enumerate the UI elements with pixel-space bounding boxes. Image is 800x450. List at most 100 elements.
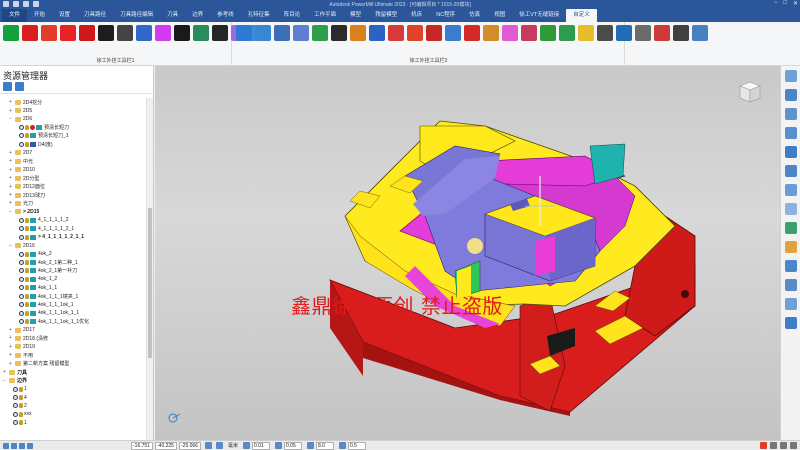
tool-icon-dark[interactable] [212, 25, 228, 41]
tab-stock[interactable]: 阵目论 [277, 9, 308, 22]
visibility-icon[interactable] [19, 319, 24, 325]
wireframe-icon[interactable] [784, 203, 797, 215]
keyboard-icon[interactable] [780, 442, 787, 449]
visibility-icon[interactable] [19, 276, 24, 282]
visibility-icon[interactable] [13, 395, 18, 401]
visibility-icon[interactable] [19, 234, 24, 240]
light-icon[interactable] [25, 251, 29, 257]
tab-toolpath-edit[interactable]: 刀具路径编辑 [113, 9, 160, 22]
tree-item[interactable]: 4ok_1_1_1ok_1_1 [0, 309, 146, 317]
tab-tools[interactable]: 刀具 [160, 9, 185, 22]
tree-item[interactable]: +2D19 [0, 343, 146, 351]
light-icon[interactable] [25, 226, 29, 232]
view-top-icon[interactable] [784, 70, 797, 82]
visibility-icon[interactable] [13, 403, 18, 409]
visibility-icon[interactable] [13, 386, 18, 392]
diameter-input[interactable]: 8.0 [316, 441, 335, 450]
expand-toggle-icon[interactable]: − [8, 209, 13, 215]
ucs-status-icon[interactable] [216, 442, 223, 449]
status-grid-icon[interactable] [3, 442, 9, 449]
tool-icon-edit[interactable] [255, 25, 271, 41]
tool-icon-pencil[interactable] [483, 25, 499, 41]
view-front-icon[interactable] [784, 89, 797, 101]
expand-toggle-icon[interactable]: + [8, 99, 13, 105]
visibility-icon[interactable] [19, 133, 24, 139]
tree-item[interactable]: − 2D6 [0, 115, 146, 123]
expand-toggle-icon[interactable]: + [8, 344, 13, 350]
tool-icon-scissor[interactable] [654, 25, 670, 41]
zoom-icon[interactable] [784, 127, 797, 139]
tree-item[interactable]: 4_1_1_1_1_2 [0, 216, 146, 224]
expand-toggle-icon[interactable]: − [8, 116, 13, 122]
tool-icon-z2[interactable] [41, 25, 57, 41]
tree-item[interactable]: − 边界 [0, 376, 146, 385]
tree-item[interactable]: +2D7 [0, 149, 146, 157]
light-icon[interactable] [25, 141, 29, 147]
light-icon[interactable] [25, 234, 29, 240]
tree-item[interactable]: + 刀具 [0, 368, 146, 376]
light-icon[interactable] [19, 386, 23, 392]
visibility-icon[interactable] [19, 293, 24, 299]
tool-icon-doc[interactable] [274, 25, 290, 41]
workplane-status-icon[interactable] [205, 442, 212, 449]
section-icon[interactable] [784, 260, 797, 272]
tab-customize[interactable]: 自定义 [566, 9, 597, 22]
tree-item[interactable]: 4ok_2_1第一补刀 [0, 267, 146, 275]
light-icon[interactable] [25, 217, 29, 223]
tool-icon-c[interactable] [155, 25, 171, 41]
expand-toggle-icon[interactable]: + [8, 361, 13, 367]
light-icon[interactable] [25, 268, 29, 274]
light-icon[interactable] [19, 403, 23, 409]
graphics-viewport[interactable]: 鑫鼎徐工原创 禁止盗版 [155, 66, 780, 440]
tool-icon-sw[interactable] [521, 25, 537, 41]
color-icon[interactable] [784, 241, 797, 253]
tree-item[interactable]: 预清长短刀_1 [0, 132, 146, 140]
visibility-icon[interactable] [19, 268, 24, 274]
close-button[interactable]: ✕ [793, 0, 798, 7]
light-icon[interactable] [25, 276, 29, 282]
ime-icon[interactable] [760, 442, 767, 449]
tool-icon-ref[interactable] [635, 25, 651, 41]
tree-item[interactable]: +2D4挖分 [0, 98, 146, 106]
tree-item[interactable]: + 中光 [0, 157, 146, 165]
tool-icon-pen[interactable] [350, 25, 366, 41]
tool-icon-hex[interactable] [616, 25, 632, 41]
explorer-tree-icon[interactable] [3, 82, 12, 91]
tool-icon-arrow[interactable] [293, 25, 309, 41]
tool-icon-green[interactable] [312, 25, 328, 41]
visibility-icon[interactable] [19, 251, 24, 257]
visibility-icon[interactable] [19, 302, 24, 308]
light-icon[interactable] [25, 302, 29, 308]
maximize-button[interactable]: □ [783, 0, 787, 7]
tab-patterns[interactable]: 参考线 [210, 9, 241, 22]
light-icon[interactable] [25, 133, 29, 139]
tool-icon-a[interactable] [60, 25, 76, 41]
tool-icon-z[interactable] [22, 25, 38, 41]
tree-item[interactable]: + 光刀 [0, 199, 146, 207]
expand-toggle-icon[interactable]: + [8, 158, 13, 164]
tool-icon-red[interactable] [464, 25, 480, 41]
tree-item[interactable]: 4ok_1_2 [0, 275, 146, 283]
stepover-input[interactable]: 0.5 [348, 441, 367, 450]
expand-toggle-icon[interactable]: + [8, 200, 13, 206]
expand-toggle-icon[interactable]: + [2, 369, 7, 375]
expand-toggle-icon[interactable]: − [2, 378, 7, 384]
expand-toggle-icon[interactable]: + [8, 327, 13, 333]
tool-icon-dots[interactable] [174, 25, 190, 41]
tool-icon-ok[interactable] [559, 25, 575, 41]
tool-icon-curve[interactable] [193, 25, 209, 41]
tool-icon-blk[interactable] [117, 25, 133, 41]
light-icon[interactable] [19, 411, 23, 417]
tool-icon-blue[interactable] [369, 25, 385, 41]
explorer-filter-icon[interactable] [15, 82, 24, 91]
visibility-icon[interactable] [19, 260, 24, 266]
select-icon[interactable] [784, 317, 797, 329]
tool-icon-grid2[interactable] [597, 25, 613, 41]
tab-workplanes[interactable]: 工作平面 [307, 9, 343, 22]
tool-icon-grid[interactable] [388, 25, 404, 41]
expand-toggle-icon[interactable]: + [8, 175, 13, 181]
light-icon[interactable] [19, 420, 23, 426]
tree-item[interactable]: 4ok_2 [0, 250, 146, 258]
tool-icon-head[interactable] [98, 25, 114, 41]
tree-item[interactable]: +2D10 [0, 166, 146, 174]
